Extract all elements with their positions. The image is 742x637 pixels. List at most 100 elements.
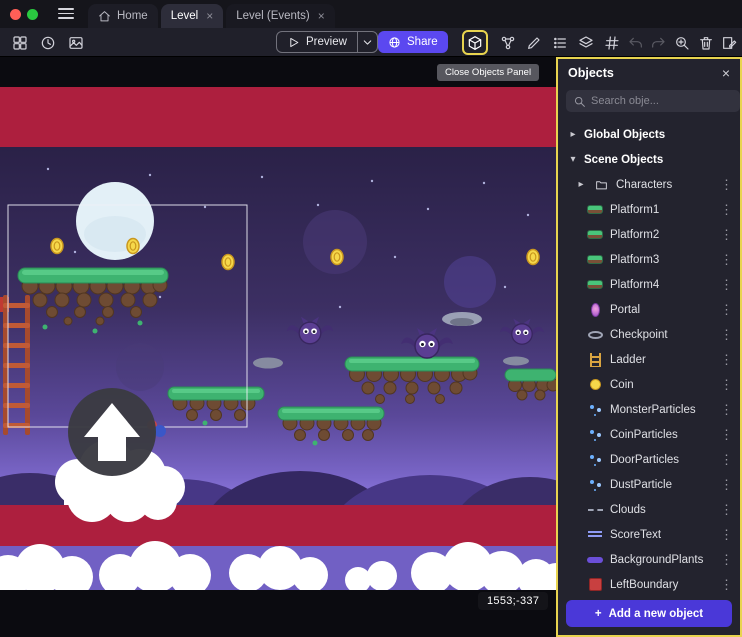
instances-list-button[interactable] bbox=[550, 33, 570, 53]
object-item-label: DustParticle bbox=[610, 479, 714, 491]
item-menu-button[interactable]: ⋮ bbox=[720, 502, 732, 518]
tab-level[interactable]: Level × bbox=[161, 4, 224, 28]
object-groups-button[interactable] bbox=[498, 33, 518, 53]
window-maximize-button[interactable] bbox=[27, 9, 38, 20]
object-item-backgroundplants[interactable]: BackgroundPlants ⋮ bbox=[558, 547, 740, 572]
project-manager-button[interactable] bbox=[10, 33, 30, 53]
share-button[interactable]: Share bbox=[378, 31, 448, 53]
folder-icon bbox=[592, 178, 610, 191]
item-menu-button[interactable]: ⋮ bbox=[720, 352, 732, 368]
undo-button[interactable] bbox=[626, 33, 646, 53]
object-item-portal[interactable]: Portal ⋮ bbox=[558, 297, 740, 322]
jump-arrow-button-object[interactable] bbox=[68, 388, 156, 476]
clouds-thumbnail-icon bbox=[588, 509, 603, 511]
tab-close-icon[interactable]: × bbox=[318, 9, 325, 23]
object-item-scoretext[interactable]: ScoreText ⋮ bbox=[558, 522, 740, 547]
redo-button[interactable] bbox=[648, 33, 668, 53]
object-item-label: Characters bbox=[616, 179, 714, 191]
tooltip: Close Objects Panel bbox=[437, 64, 539, 81]
history-button[interactable] bbox=[38, 33, 58, 53]
object-item-characters[interactable]: ▸ Characters ⋮ bbox=[558, 172, 740, 197]
item-menu-button[interactable]: ⋮ bbox=[720, 302, 732, 318]
add-object-label: Add a new object bbox=[609, 608, 704, 620]
item-menu-button[interactable]: ⋮ bbox=[720, 227, 732, 243]
coin-object[interactable] bbox=[527, 250, 539, 265]
item-menu-button[interactable]: ⋮ bbox=[720, 177, 732, 193]
objects-panel-toggle-button[interactable] bbox=[462, 30, 488, 55]
media-button[interactable] bbox=[66, 33, 86, 53]
list-icon bbox=[552, 35, 568, 51]
group-global-objects[interactable]: ▸ Global Objects bbox=[558, 122, 740, 147]
platform-thumbnail-icon bbox=[587, 230, 603, 239]
object-item-label: Clouds bbox=[610, 504, 714, 516]
moon-object[interactable] bbox=[76, 182, 154, 260]
particles-thumbnail-icon bbox=[590, 455, 594, 459]
item-menu-button[interactable]: ⋮ bbox=[720, 252, 732, 268]
delete-button[interactable] bbox=[696, 33, 716, 53]
chevron-right-icon[interactable]: ▸ bbox=[576, 179, 586, 190]
portal-thumbnail-icon bbox=[591, 303, 600, 317]
particles-thumbnail-icon bbox=[590, 405, 594, 409]
object-item-leftboundary[interactable]: LeftBoundary ⋮ bbox=[558, 572, 740, 597]
platform-thumbnail-icon bbox=[587, 255, 603, 264]
object-item-clouds[interactable]: Clouds ⋮ bbox=[558, 497, 740, 522]
coin-object[interactable] bbox=[127, 239, 139, 254]
close-panel-icon[interactable]: × bbox=[722, 65, 730, 81]
object-item-coinparticles[interactable]: CoinParticles ⋮ bbox=[558, 422, 740, 447]
layers-button[interactable] bbox=[576, 33, 596, 53]
preview-button[interactable]: Preview bbox=[276, 31, 378, 53]
objects-panel-title: Objects bbox=[568, 66, 614, 80]
ladder-thumbnail-icon bbox=[590, 353, 601, 367]
group-scene-objects[interactable]: ▾ Scene Objects bbox=[558, 147, 740, 172]
object-item-label: CoinParticles bbox=[610, 429, 714, 441]
coin-object[interactable] bbox=[331, 250, 343, 265]
window-close-button[interactable] bbox=[10, 9, 21, 20]
object-item-monsterparticles[interactable]: MonsterParticles ⋮ bbox=[558, 397, 740, 422]
item-menu-button[interactable]: ⋮ bbox=[720, 327, 732, 343]
group-label: Global Objects bbox=[584, 129, 665, 141]
object-item-label: ScoreText bbox=[610, 529, 714, 541]
item-menu-button[interactable]: ⋮ bbox=[720, 452, 732, 468]
search-input[interactable] bbox=[591, 95, 733, 107]
search-box[interactable] bbox=[566, 90, 740, 112]
scene-canvas[interactable] bbox=[0, 57, 556, 637]
edit-properties-button[interactable] bbox=[524, 33, 544, 53]
scene-render bbox=[0, 57, 556, 637]
add-object-button[interactable]: + Add a new object bbox=[566, 600, 732, 627]
hamburger-menu-button[interactable] bbox=[58, 8, 74, 19]
object-item-platform2[interactable]: Platform2 ⋮ bbox=[558, 222, 740, 247]
item-menu-button[interactable]: ⋮ bbox=[720, 377, 732, 393]
item-menu-button[interactable]: ⋮ bbox=[720, 277, 732, 293]
object-item-platform3[interactable]: Platform3 ⋮ bbox=[558, 247, 740, 272]
preview-options-button[interactable] bbox=[357, 32, 377, 52]
toolbar: Preview Share bbox=[0, 28, 742, 57]
object-item-checkpoint[interactable]: Checkpoint ⋮ bbox=[558, 322, 740, 347]
item-menu-button[interactable]: ⋮ bbox=[720, 402, 732, 418]
tab-home[interactable]: Home bbox=[88, 4, 158, 28]
item-menu-button[interactable]: ⋮ bbox=[720, 527, 732, 543]
object-item-dustparticle[interactable]: DustParticle ⋮ bbox=[558, 472, 740, 497]
zoom-in-button[interactable] bbox=[672, 33, 692, 53]
cube-icon bbox=[467, 35, 483, 51]
coin-object[interactable] bbox=[51, 239, 63, 254]
object-item-ladder[interactable]: Ladder ⋮ bbox=[558, 347, 740, 372]
boundary-thumbnail-icon bbox=[589, 578, 602, 591]
object-item-platform4[interactable]: Platform4 ⋮ bbox=[558, 272, 740, 297]
object-item-platform1[interactable]: Platform1 ⋮ bbox=[558, 197, 740, 222]
item-menu-button[interactable]: ⋮ bbox=[720, 202, 732, 218]
plus-icon: + bbox=[595, 608, 602, 620]
grid-button[interactable] bbox=[602, 33, 622, 53]
chevron-right-icon[interactable]: ▸ bbox=[568, 129, 578, 140]
object-item-doorparticles[interactable]: DoorParticles ⋮ bbox=[558, 447, 740, 472]
item-menu-button[interactable]: ⋮ bbox=[720, 577, 732, 593]
item-menu-button[interactable]: ⋮ bbox=[720, 477, 732, 493]
item-menu-button[interactable]: ⋮ bbox=[720, 427, 732, 443]
chevron-down-icon[interactable]: ▾ bbox=[568, 154, 578, 165]
tab-close-icon[interactable]: × bbox=[206, 9, 213, 23]
tab-level-events[interactable]: Level (Events) × bbox=[226, 4, 335, 28]
item-menu-button[interactable]: ⋮ bbox=[720, 552, 732, 568]
object-item-coin[interactable]: Coin ⋮ bbox=[558, 372, 740, 397]
clock-icon bbox=[40, 35, 56, 51]
coin-object[interactable] bbox=[222, 255, 234, 270]
edit-scene-button[interactable] bbox=[719, 33, 739, 53]
